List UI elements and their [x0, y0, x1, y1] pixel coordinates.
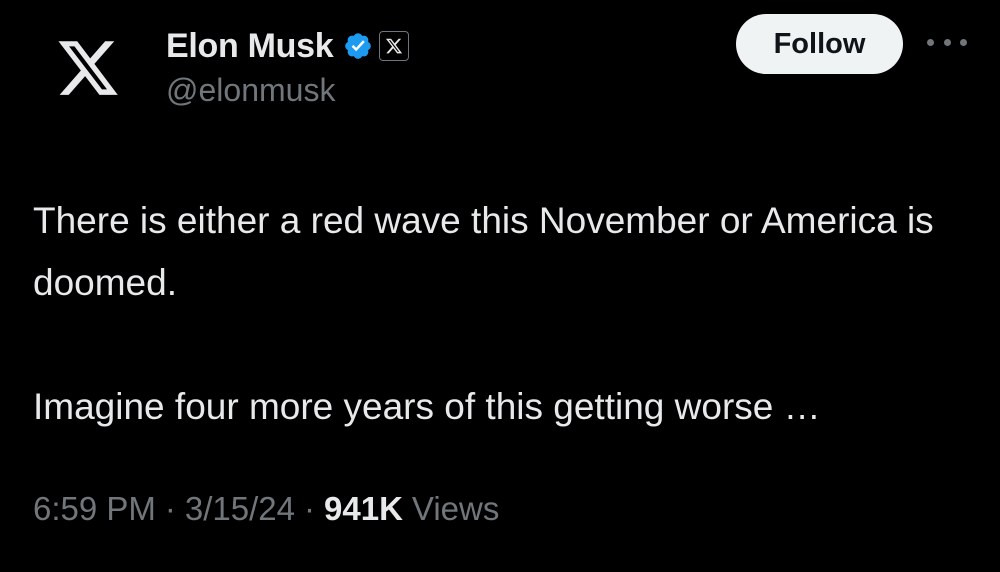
author-display-name[interactable]: Elon Musk [166, 27, 334, 66]
tweet-card: Elon Musk @elonmusk Follow There is eith… [0, 0, 1000, 572]
author-handle[interactable]: @elonmusk [166, 72, 335, 109]
x-logo-icon[interactable] [50, 30, 126, 106]
tweet-paragraph: There is either a red wave this November… [33, 200, 934, 303]
tweet-time[interactable]: 6:59 PM [33, 490, 156, 528]
tweet-paragraph: Imagine four more years of this getting … [33, 386, 821, 427]
follow-button[interactable]: Follow [736, 14, 903, 74]
more-horizontal-icon[interactable] [927, 30, 967, 54]
tweet-meta: 6:59 PM · 3/15/24 · 941K Views [33, 490, 499, 528]
meta-separator: · [304, 490, 316, 527]
tweet-date[interactable]: 3/15/24 [185, 490, 295, 528]
more-dot [927, 38, 934, 46]
more-dot [960, 38, 967, 46]
tweet-text: There is either a red wave this November… [33, 190, 973, 438]
more-dot [943, 38, 951, 46]
verified-badge-icon[interactable] [343, 31, 373, 61]
views-count[interactable]: 941K [324, 490, 403, 528]
author-name-row: Elon Musk [166, 24, 410, 68]
meta-separator: · [164, 490, 176, 527]
x-affiliate-badge-icon[interactable] [379, 31, 410, 61]
views-label: Views [411, 490, 500, 527]
